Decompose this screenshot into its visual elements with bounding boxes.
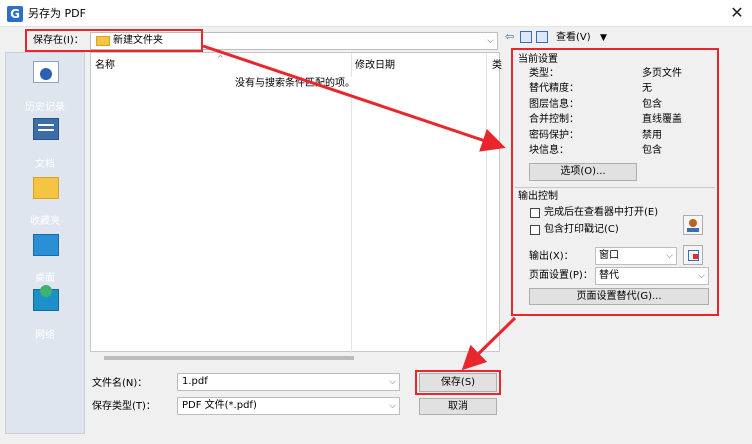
arrow-to-save — [461, 316, 517, 371]
arrow-to-settings — [202, 44, 506, 152]
annotation-arrows — [202, 44, 517, 371]
